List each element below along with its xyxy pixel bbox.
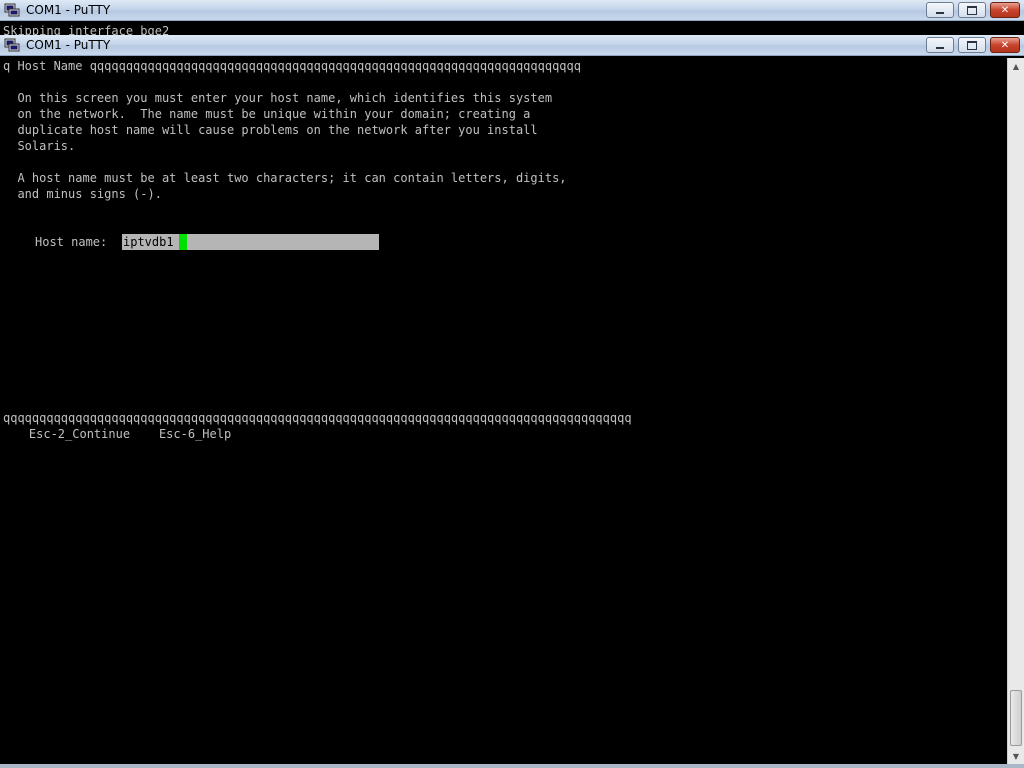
taskbar-edge — [0, 764, 1024, 768]
putty-icon[interactable] — [4, 38, 20, 52]
scrollbar-thumb[interactable] — [1010, 690, 1022, 746]
text-cursor — [179, 234, 187, 250]
back-window-titlebar[interactable]: COM1 - PuTTY ✕ — [0, 0, 1024, 21]
front-window-titlebar[interactable]: COM1 - PuTTY ✕ — [0, 35, 1024, 56]
front-minimize-button[interactable] — [926, 37, 954, 53]
hostname-value: iptvdb1 — [123, 235, 174, 249]
hostname-row: Host name: iptvdb1 — [0, 234, 400, 250]
hostname-input[interactable]: iptvdb1 — [122, 234, 379, 250]
scroll-up-arrow-icon[interactable]: ▲ — [1008, 58, 1024, 74]
screen-header-line: q Host Name qqqqqqqqqqqqqqqqqqqqqqqqqqqq… — [3, 59, 581, 73]
front-putty-window: COM1 - PuTTY ✕ q Host Name qqqqqqqqqqqqq… — [0, 35, 1024, 768]
back-minimize-button[interactable] — [926, 2, 954, 18]
minimize-icon — [936, 12, 944, 14]
function-key-hints: Esc-2_Continue Esc-6_Help — [0, 427, 232, 441]
hostname-label: Host name: — [35, 235, 108, 249]
front-window-title: COM1 - PuTTY — [26, 38, 111, 52]
description-line-1: On this screen you must enter your host … — [3, 91, 553, 105]
back-close-button[interactable]: ✕ — [990, 2, 1020, 18]
front-close-button[interactable]: ✕ — [990, 37, 1020, 53]
rules-line-1: A host name must be at least two charact… — [3, 171, 567, 185]
maximize-icon — [967, 5, 977, 15]
scroll-down-arrow-icon[interactable]: ▼ — [1008, 748, 1024, 764]
vertical-scrollbar[interactable]: ▲ ▼ — [1007, 58, 1024, 764]
screen-footer-line: qqqqqqqqqqqqqqqqqqqqqqqqqqqqqqqqqqqqqqqq… — [3, 411, 632, 425]
front-maximize-button[interactable] — [958, 37, 986, 53]
back-window-title: COM1 - PuTTY — [26, 3, 111, 17]
description-line-3: duplicate host name will cause problems … — [3, 123, 538, 137]
description-line-2: on the network. The name must be unique … — [3, 107, 531, 121]
rules-line-2: and minus signs (-). — [3, 187, 162, 201]
minimize-icon — [936, 47, 944, 49]
close-icon: ✕ — [1000, 39, 1010, 51]
back-maximize-button[interactable] — [958, 2, 986, 18]
close-icon: ✕ — [1000, 4, 1010, 16]
back-putty-window: COM1 - PuTTY ✕ Skipping interface bge2 — [0, 0, 1024, 38]
terminal-screen[interactable]: q Host Name qqqqqqqqqqqqqqqqqqqqqqqqqqqq… — [0, 58, 1007, 764]
maximize-icon — [967, 40, 977, 50]
putty-icon[interactable] — [4, 3, 20, 17]
description-line-4: Solaris. — [3, 139, 76, 153]
